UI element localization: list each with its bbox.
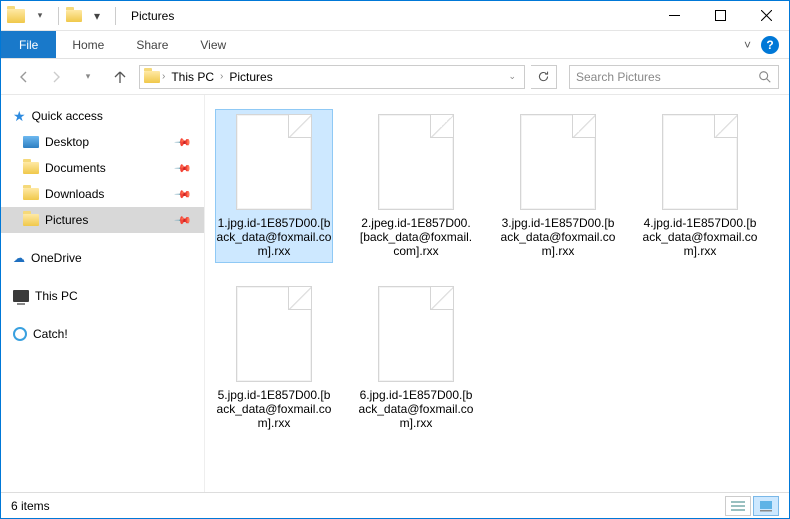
sidebar-item-desktop[interactable]: Desktop 📌	[1, 129, 204, 155]
catch-label: Catch!	[33, 327, 68, 341]
sidebar-onedrive[interactable]: ☁ OneDrive	[1, 245, 204, 271]
titlebar: ▾ ▾ Pictures	[1, 1, 789, 31]
tab-share[interactable]: Share	[120, 31, 184, 58]
pc-icon	[13, 290, 29, 302]
file-name: 4.jpg.id-1E857D00.[back_data@foxmail.com…	[641, 216, 759, 258]
file-item[interactable]: 5.jpg.id-1E857D00.[back_data@foxmail.com…	[215, 281, 333, 435]
item-count: 6 items	[11, 499, 50, 513]
minimize-button[interactable]	[651, 1, 697, 31]
details-view-icon	[731, 500, 745, 512]
file-icon	[378, 286, 454, 382]
file-icon	[378, 114, 454, 210]
desktop-icon	[23, 136, 39, 148]
sidebar-item-downloads[interactable]: Downloads 📌	[1, 181, 204, 207]
icons-view-icon	[759, 500, 773, 512]
navigation-pane: ★ Quick access Desktop 📌 Documents 📌 Dow…	[1, 95, 205, 492]
sidebar-quick-access[interactable]: ★ Quick access	[1, 103, 204, 129]
sidebar-item-label: Downloads	[45, 187, 104, 201]
body: ★ Quick access Desktop 📌 Documents 📌 Dow…	[1, 95, 789, 492]
pin-icon: 📌	[174, 211, 193, 230]
file-item[interactable]: 4.jpg.id-1E857D00.[back_data@foxmail.com…	[641, 109, 759, 263]
sidebar-item-documents[interactable]: Documents 📌	[1, 155, 204, 181]
file-grid: 1.jpg.id-1E857D00.[back_data@foxmail.com…	[215, 109, 779, 435]
thispc-label: This PC	[35, 289, 78, 303]
qat-overflow-icon[interactable]: ▾	[86, 5, 108, 27]
folder-icon	[23, 188, 39, 200]
folder-icon	[23, 162, 39, 174]
address-dropdown-icon[interactable]: ⌄	[508, 71, 520, 82]
window-title: Pictures	[131, 9, 174, 23]
qat-dropdown-icon[interactable]: ▾	[29, 5, 51, 27]
search-icon	[758, 70, 772, 84]
tab-view[interactable]: View	[184, 31, 242, 58]
view-switcher	[725, 496, 779, 516]
file-name: 3.jpg.id-1E857D00.[back_data@foxmail.com…	[499, 216, 617, 258]
window-controls	[651, 1, 789, 31]
breadcrumb-current[interactable]: Pictures	[225, 70, 276, 84]
tree-separator	[1, 271, 204, 283]
qat-separator	[58, 7, 59, 25]
qat-separator-2	[115, 7, 116, 25]
tree-separator	[1, 309, 204, 321]
file-item[interactable]: 3.jpg.id-1E857D00.[back_data@foxmail.com…	[499, 109, 617, 263]
qat-folder-icon[interactable]	[66, 10, 82, 22]
app-folder-icon	[7, 9, 25, 23]
breadcrumb-root[interactable]: This PC	[167, 70, 218, 84]
help-icon[interactable]: ?	[761, 36, 779, 54]
details-view-button[interactable]	[725, 496, 751, 516]
file-item[interactable]: 1.jpg.id-1E857D00.[back_data@foxmail.com…	[215, 109, 333, 263]
pin-icon: 📌	[174, 185, 193, 204]
icons-view-button[interactable]	[753, 496, 779, 516]
breadcrumb-folder-icon	[144, 71, 160, 83]
recent-dropdown[interactable]: ▾	[75, 64, 101, 90]
up-button[interactable]	[107, 64, 133, 90]
sidebar-item-label: Documents	[45, 161, 106, 175]
file-view[interactable]: 1.jpg.id-1E857D00.[back_data@foxmail.com…	[205, 95, 789, 492]
pin-icon: 📌	[174, 133, 193, 152]
quick-access-label: Quick access	[32, 109, 103, 123]
sidebar-item-label: Pictures	[45, 213, 88, 227]
sidebar-item-pictures[interactable]: Pictures 📌	[1, 207, 204, 233]
sidebar-item-label: Desktop	[45, 135, 89, 149]
chevron-right-icon[interactable]: ›	[220, 71, 223, 82]
address-bar: ▾ › This PC › Pictures ⌄	[1, 59, 789, 95]
status-bar: 6 items	[1, 492, 789, 518]
chevron-right-icon[interactable]: ›	[162, 71, 165, 82]
refresh-button[interactable]	[531, 65, 557, 89]
ribbon: File Home Share View ˅ ?	[1, 31, 789, 59]
titlebar-left: ▾ ▾ Pictures	[1, 5, 174, 27]
search-box[interactable]	[569, 65, 779, 89]
breadcrumb[interactable]: › This PC › Pictures ⌄	[139, 65, 525, 89]
onedrive-label: OneDrive	[31, 251, 82, 265]
file-icon	[662, 114, 738, 210]
search-input[interactable]	[576, 70, 758, 84]
file-item[interactable]: 2.jpeg.id-1E857D00.[back_data@foxmail.co…	[357, 109, 475, 263]
back-button[interactable]	[11, 64, 37, 90]
file-item[interactable]: 6.jpg.id-1E857D00.[back_data@foxmail.com…	[357, 281, 475, 435]
file-icon	[520, 114, 596, 210]
close-button[interactable]	[743, 1, 789, 31]
file-tab[interactable]: File	[1, 31, 56, 58]
sidebar-catch[interactable]: Catch!	[1, 321, 204, 347]
file-name: 5.jpg.id-1E857D00.[back_data@foxmail.com…	[215, 388, 333, 430]
pin-icon: 📌	[174, 159, 193, 178]
file-name: 1.jpg.id-1E857D00.[back_data@foxmail.com…	[215, 216, 333, 258]
forward-button[interactable]	[43, 64, 69, 90]
sidebar-thispc[interactable]: This PC	[1, 283, 204, 309]
maximize-button[interactable]	[697, 1, 743, 31]
file-name: 6.jpg.id-1E857D00.[back_data@foxmail.com…	[357, 388, 475, 430]
file-name: 2.jpeg.id-1E857D00.[back_data@foxmail.co…	[357, 216, 475, 258]
catch-icon	[13, 327, 27, 341]
tree-separator	[1, 233, 204, 245]
folder-icon	[23, 214, 39, 226]
ribbon-expand-icon[interactable]: ˅	[744, 38, 751, 52]
file-icon	[236, 114, 312, 210]
tab-home[interactable]: Home	[56, 31, 120, 58]
file-icon	[236, 286, 312, 382]
cloud-icon: ☁	[13, 251, 25, 265]
ribbon-right: ˅ ?	[744, 31, 789, 58]
star-icon: ★	[13, 108, 26, 125]
